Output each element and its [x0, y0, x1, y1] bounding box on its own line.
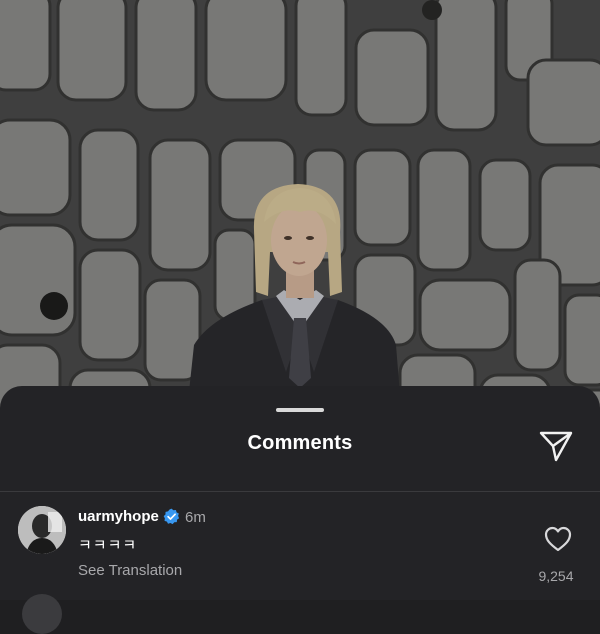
post-photo-graphic — [0, 0, 600, 420]
comment-time: 6m — [185, 509, 206, 526]
see-translation-link[interactable]: See Translation — [78, 562, 182, 579]
comment-username[interactable]: uarmyhope — [78, 508, 159, 525]
avatar-image — [18, 506, 66, 554]
sheet-title: Comments — [247, 432, 353, 454]
next-comment-avatar — [22, 594, 62, 634]
comments-sheet: Comments uarmyhope 6m ㅋㅋㅋㅋ See Translati… — [0, 386, 600, 600]
send-icon[interactable] — [536, 428, 576, 464]
comment-item: uarmyhope 6m ㅋㅋㅋㅋ See Translation 9,254 — [0, 494, 600, 600]
drag-handle[interactable] — [276, 408, 324, 412]
heart-icon[interactable] — [544, 526, 572, 552]
avatar[interactable] — [18, 506, 66, 554]
like-count: 9,254 — [538, 568, 574, 584]
post-photo — [0, 0, 600, 420]
divider — [0, 491, 600, 492]
verified-badge-icon — [163, 508, 180, 525]
comment-text: ㅋㅋㅋㅋ — [78, 537, 138, 554]
